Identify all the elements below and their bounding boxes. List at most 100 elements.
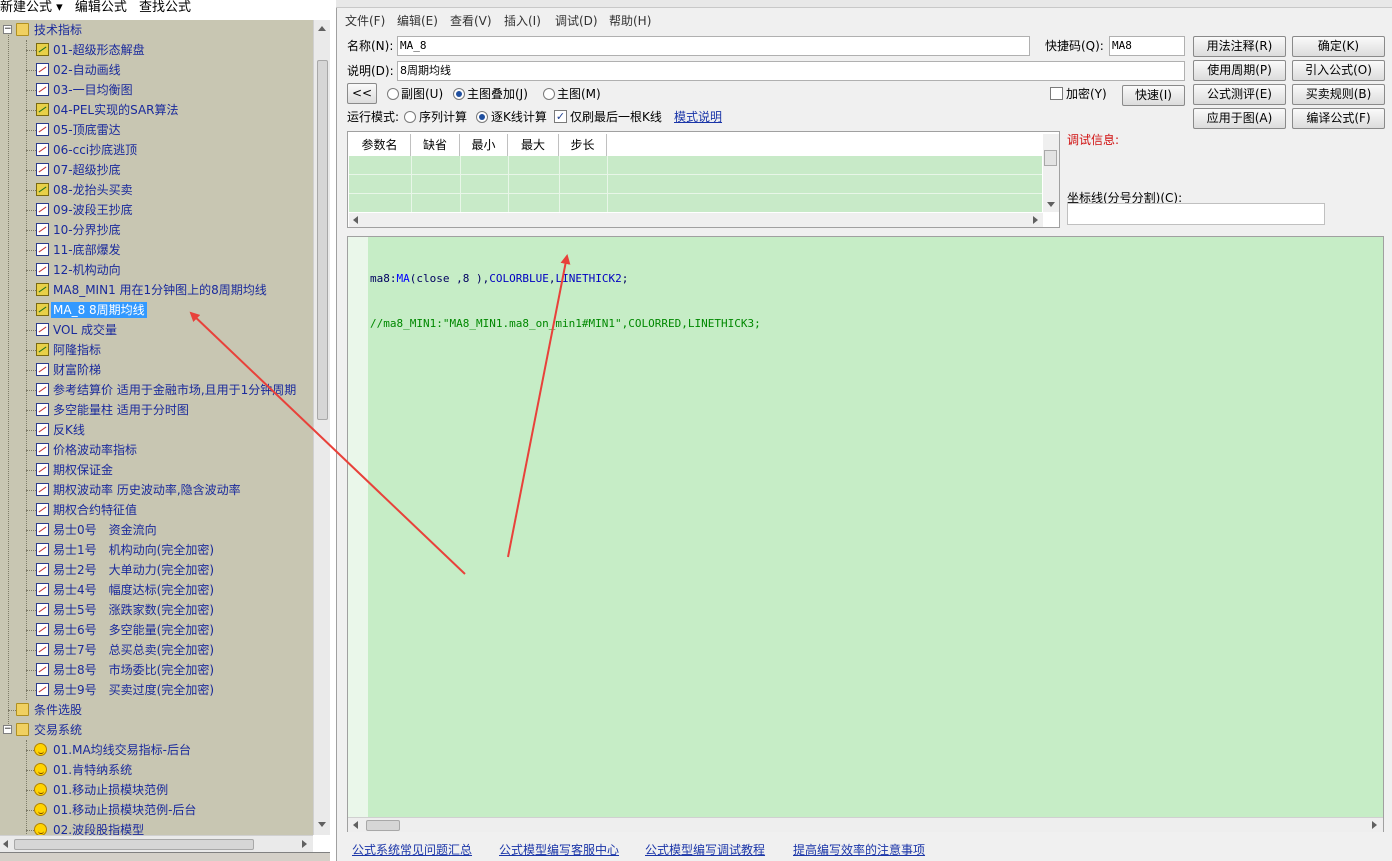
tree-item[interactable]: 03-一目均衡图 bbox=[0, 80, 313, 100]
params-grid[interactable] bbox=[349, 156, 1042, 212]
tree-item[interactable]: 01-超级形态解盘 bbox=[0, 40, 313, 60]
scroll-right-icon[interactable] bbox=[302, 840, 307, 848]
code-text[interactable]: ma8:MA(close ,8 ),COLORBLUE,LINETHICK2; … bbox=[370, 241, 761, 361]
tree-item[interactable]: 期权保证金 bbox=[0, 460, 313, 480]
tree-item[interactable]: 06-cci抄底逃顶 bbox=[0, 140, 313, 160]
debug-tutorial-link[interactable]: 公式模型编写调试教程 bbox=[645, 842, 765, 858]
scroll-thumb[interactable] bbox=[14, 839, 254, 850]
encrypt-checkbox[interactable] bbox=[1050, 87, 1063, 100]
menu-edit[interactable]: 编辑(E) bbox=[397, 12, 438, 29]
scroll-thumb[interactable] bbox=[317, 60, 328, 420]
menu-help[interactable]: 帮助(H) bbox=[609, 12, 651, 29]
use-period-button[interactable]: 使用周期(P) bbox=[1193, 60, 1286, 81]
tree-item[interactable]: 财富阶梯 bbox=[0, 360, 313, 380]
tree-item[interactable]: 12-机构动向 bbox=[0, 260, 313, 280]
radio-sub-chart[interactable] bbox=[387, 88, 399, 100]
tree-item[interactable]: 09-波段王抄底 bbox=[0, 200, 313, 220]
tree-item[interactable]: 期权合约特征值 bbox=[0, 500, 313, 520]
tree-item[interactable]: 01.移动止损模块范例-后台 bbox=[0, 800, 313, 820]
tree-item[interactable]: 期权波动率 历史波动率,隐含波动率 bbox=[0, 480, 313, 500]
tree-item[interactable]: 易士5号 涨跌家数(完全加密) bbox=[0, 600, 313, 620]
scroll-down-icon[interactable] bbox=[318, 822, 326, 827]
tree-item[interactable]: 易士0号 资金流向 bbox=[0, 520, 313, 540]
efficiency-tips-link[interactable]: 提高编写效率的注意事项 bbox=[793, 842, 925, 858]
editor-horizontal-scrollbar[interactable] bbox=[348, 817, 1383, 832]
radio-kline-calc[interactable] bbox=[476, 111, 488, 123]
edit-formula-menu[interactable]: 编辑公式 bbox=[75, 0, 127, 15]
tree-folder-cond[interactable]: 条件选股 bbox=[0, 700, 313, 720]
ok-button[interactable]: 确定(K) bbox=[1292, 36, 1385, 57]
name-field[interactable]: MA_8 bbox=[397, 36, 1030, 56]
tree-item[interactable]: 04-PEL实现的SAR算法 bbox=[0, 100, 313, 120]
tree-item[interactable]: 11-底部爆发 bbox=[0, 240, 313, 260]
compile-formula-button[interactable]: 编译公式(F) bbox=[1292, 108, 1385, 129]
trade-rules-button[interactable]: 买卖规则(B) bbox=[1292, 84, 1385, 105]
tree-item[interactable]: 易士9号 买卖过度(完全加密) bbox=[0, 680, 313, 700]
scroll-left-icon[interactable] bbox=[353, 821, 358, 829]
formula-tree[interactable]: − 技术指标 01-超级形态解盘 02-自动画线 03-一目均衡图 04-PEL实现的… bbox=[0, 20, 313, 835]
radio-main-overlay[interactable] bbox=[453, 88, 465, 100]
scroll-right-icon[interactable] bbox=[1033, 216, 1038, 224]
menu-debug[interactable]: 调试(D) bbox=[555, 12, 598, 29]
shortcut-field[interactable]: MA8 bbox=[1109, 36, 1185, 56]
left-panel-tabs[interactable] bbox=[0, 852, 330, 861]
tree-item[interactable]: 阿隆指标 bbox=[0, 340, 313, 360]
tree-folder-tech[interactable]: − 技术指标 bbox=[0, 20, 313, 40]
tree-item[interactable]: 易士7号 总买总卖(完全加密) bbox=[0, 640, 313, 660]
params-horizontal-scrollbar[interactable] bbox=[349, 213, 1043, 227]
tree-item[interactable]: 10-分界抄底 bbox=[0, 220, 313, 240]
collapse-icon[interactable]: − bbox=[3, 25, 12, 34]
scroll-right-icon[interactable] bbox=[1372, 821, 1377, 829]
tree-item[interactable]: 易士8号 市场委比(完全加密) bbox=[0, 660, 313, 680]
tree-horizontal-scrollbar[interactable] bbox=[0, 835, 313, 852]
find-formula-menu[interactable]: 查找公式 bbox=[139, 0, 191, 15]
tree-item[interactable]: MA8_MIN1 用在1分钟图上的8周期均线 bbox=[0, 280, 313, 300]
menu-file[interactable]: 文件(F) bbox=[345, 12, 385, 29]
menu-view[interactable]: 查看(V) bbox=[450, 12, 492, 29]
tree-item[interactable]: 02-自动画线 bbox=[0, 60, 313, 80]
tree-item[interactable]: 易士6号 多空能量(完全加密) bbox=[0, 620, 313, 640]
service-center-link[interactable]: 公式模型编写客服中心 bbox=[499, 842, 619, 858]
collapse-icon[interactable]: − bbox=[3, 725, 12, 734]
radio-main-chart[interactable] bbox=[543, 88, 555, 100]
tree-item[interactable]: VOL 成交量 bbox=[0, 320, 313, 340]
usage-notes-button[interactable]: 用法注释(R) bbox=[1193, 36, 1286, 57]
tree-item[interactable]: 01.MA均线交易指标-后台 bbox=[0, 740, 313, 760]
scroll-up-icon[interactable] bbox=[318, 26, 326, 31]
tree-item[interactable]: 易士1号 机构动向(完全加密) bbox=[0, 540, 313, 560]
last-kline-checkbox[interactable]: ✓ bbox=[554, 110, 567, 123]
quick-button[interactable]: 快速(I) bbox=[1122, 85, 1185, 106]
scroll-left-icon[interactable] bbox=[353, 216, 358, 224]
tree-item[interactable]: 反K线 bbox=[0, 420, 313, 440]
new-formula-menu[interactable]: 新建公式 ▾ bbox=[0, 0, 63, 15]
tree-item[interactable]: MA_8 8周期均线 bbox=[0, 300, 313, 320]
tree-item[interactable]: 01.移动止损模块范例 bbox=[0, 780, 313, 800]
tree-item[interactable]: 01.肯特纳系统 bbox=[0, 760, 313, 780]
params-table[interactable]: 参数名 缺省 最小 最大 步长 bbox=[347, 131, 1060, 228]
faq-link[interactable]: 公式系统常见问题汇总 bbox=[352, 842, 472, 858]
tree-item[interactable]: 多空能量柱 适用于分时图 bbox=[0, 400, 313, 420]
params-vertical-scrollbar[interactable] bbox=[1043, 134, 1059, 212]
back-button[interactable]: << bbox=[347, 83, 377, 104]
tree-item[interactable]: 易士4号 幅度达标(完全加密) bbox=[0, 580, 313, 600]
tree-vertical-scrollbar[interactable] bbox=[313, 20, 330, 835]
tree-item[interactable]: 参考结算价 适用于金融市场,且用于1分钟周期 bbox=[0, 380, 313, 400]
scroll-left-icon[interactable] bbox=[3, 840, 8, 848]
tree-item[interactable]: 08-龙抬头买卖 bbox=[0, 180, 313, 200]
formula-test-button[interactable]: 公式测评(E) bbox=[1193, 84, 1286, 105]
apply-to-chart-button[interactable]: 应用于图(A) bbox=[1193, 108, 1286, 129]
scroll-thumb[interactable] bbox=[366, 820, 400, 831]
tree-item[interactable]: 05-顶底雷达 bbox=[0, 120, 313, 140]
scroll-down-icon[interactable] bbox=[1047, 202, 1055, 207]
tree-item[interactable]: 价格波动率指标 bbox=[0, 440, 313, 460]
scroll-thumb[interactable] bbox=[1044, 150, 1057, 166]
tree-item[interactable]: 07-超级抄底 bbox=[0, 160, 313, 180]
tree-item[interactable]: 易士2号 大单动力(完全加密) bbox=[0, 560, 313, 580]
tree-item[interactable]: 02.波段股指模型 bbox=[0, 820, 313, 835]
menu-insert[interactable]: 插入(I) bbox=[504, 12, 541, 29]
code-editor[interactable]: ma8:MA(close ,8 ),COLORBLUE,LINETHICK2; … bbox=[347, 236, 1384, 832]
radio-sequence-calc[interactable] bbox=[404, 111, 416, 123]
desc-field[interactable]: 8周期均线 bbox=[397, 61, 1185, 81]
import-formula-button[interactable]: 引入公式(O) bbox=[1292, 60, 1385, 81]
mode-help-link[interactable]: 模式说明 bbox=[674, 109, 722, 125]
